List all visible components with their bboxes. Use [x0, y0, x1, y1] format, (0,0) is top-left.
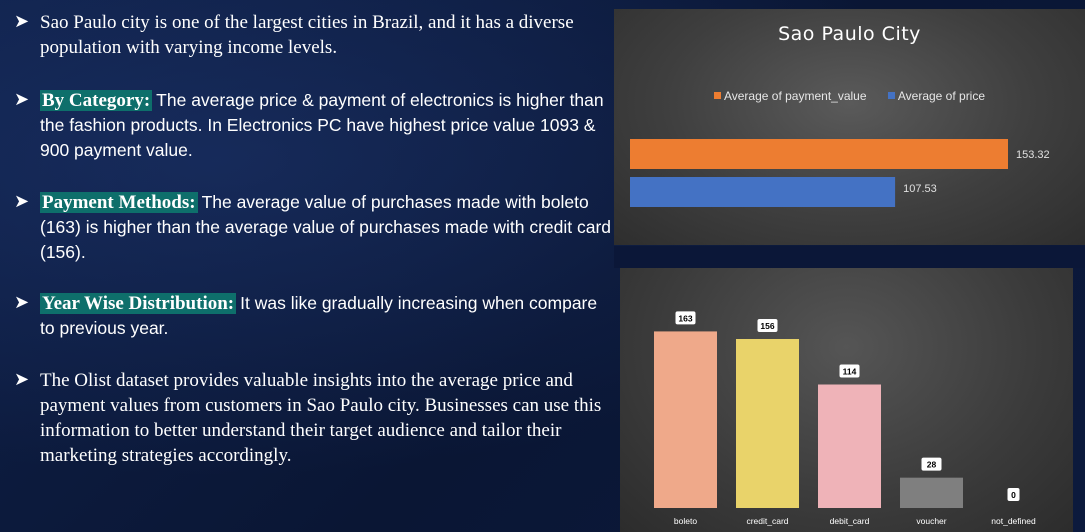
bar-payment-value: [630, 139, 1008, 169]
data-label: 114: [843, 367, 857, 377]
category-label: boleto: [674, 516, 697, 526]
category-label: debit_card: [830, 516, 870, 526]
price-payment-chart: Sao Paulo City Average of payment_value …: [614, 9, 1085, 245]
chart-separator: [614, 246, 1085, 268]
data-label: 28: [927, 460, 937, 470]
bullet-heading: Year Wise Distribution:: [40, 293, 237, 314]
bar-debit_card: [818, 384, 881, 508]
arrow-bullet-icon: ➤: [14, 11, 30, 32]
bullet-payment-methods: ➤ Payment Methods: The average value of …: [14, 190, 614, 265]
category-label: credit_card: [746, 516, 788, 526]
horizontal-bar-plot: 153.32 107.53: [630, 139, 1050, 207]
arrow-bullet-icon: ➤: [14, 369, 30, 390]
bullet-text: The Olist dataset provides valuable insi…: [40, 370, 602, 466]
category-label: voucher: [916, 516, 946, 526]
data-label: 0: [1011, 490, 1016, 500]
category-label: not_defined: [991, 516, 1036, 526]
data-label: 107.53: [903, 183, 937, 195]
bar-boleto: [654, 331, 717, 508]
bullet-heading: By Category:: [40, 90, 153, 111]
payment-type-chart: 163 boleto 156 credit_card 114 debit_card 28 vo…: [620, 268, 1073, 532]
bullet-conclusion: ➤ The Olist dataset provides valuable in…: [14, 368, 614, 468]
arrow-bullet-icon: ➤: [14, 89, 30, 110]
bullet-by-category: ➤ By Category: The average price & payme…: [14, 88, 614, 163]
arrow-bullet-icon: ➤: [14, 292, 30, 313]
bullet-heading: Payment Methods:: [40, 192, 198, 213]
bullet-intro: ➤ Sao Paulo city is one of the largest c…: [14, 10, 614, 60]
bullet-text: Sao Paulo city is one of the largest cit…: [40, 12, 574, 58]
data-label: 156: [760, 321, 774, 331]
bar-voucher: [900, 477, 963, 508]
vertical-bar-plot: 163 boleto 156 credit_card 114 debit_card 28 vo…: [654, 311, 1036, 526]
data-label: 153.32: [1016, 149, 1050, 161]
arrow-bullet-icon: ➤: [14, 191, 30, 212]
bar-price: [630, 177, 896, 207]
bullet-year-wise: ➤ Year Wise Distribution: It was like gr…: [14, 291, 614, 341]
data-label: 163: [678, 313, 692, 323]
bar-credit_card: [736, 339, 799, 508]
